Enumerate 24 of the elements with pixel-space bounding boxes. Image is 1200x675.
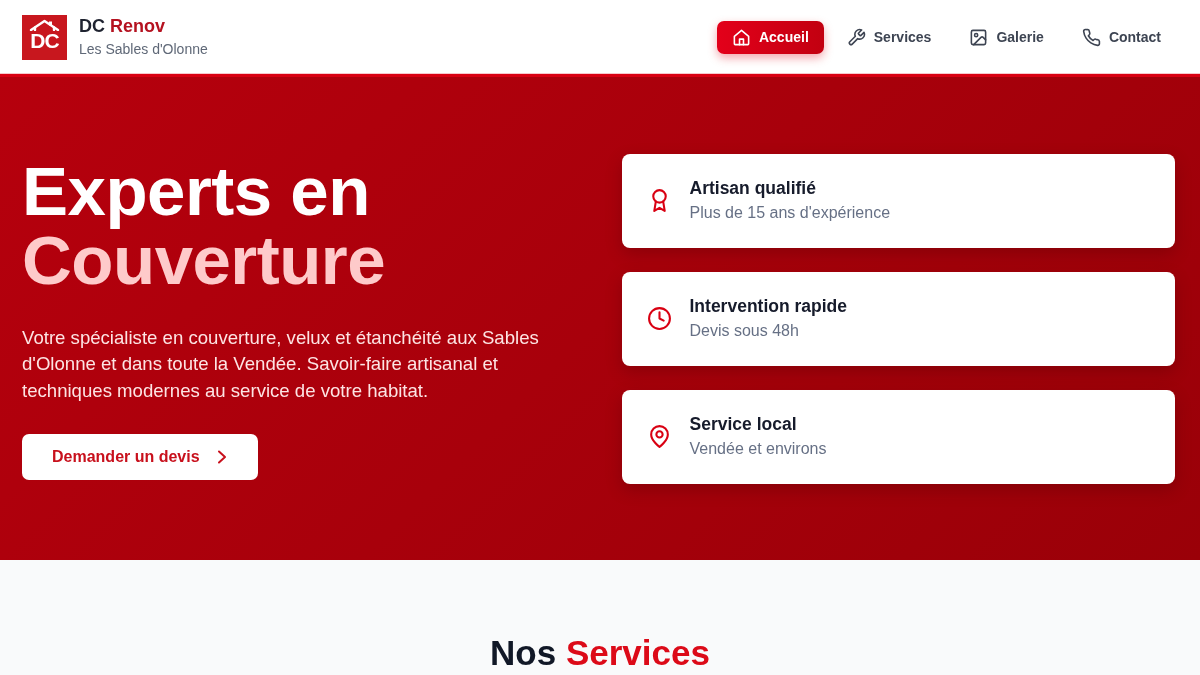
house-roof-icon (28, 18, 61, 31)
brand-name: DC Renov (79, 16, 167, 38)
feature-title: Artisan qualifié (689, 177, 817, 200)
nav-link[interactable]: Accueil (716, 20, 824, 54)
nav-link[interactable]: Contact (1066, 20, 1176, 54)
home-icon (731, 27, 751, 47)
logo-tile[interactable]: DC (22, 14, 67, 60)
feature-title: Intervention rapide (689, 295, 848, 318)
nav-link[interactable]: Galerie (954, 20, 1059, 54)
wrench-icon (846, 27, 866, 47)
hero-description: Votre spécialiste en couverture, velux et étanchéité aux Sables d'Olonne et dans toute la Vendée. Savoir-faire artisanal et techniques modernes au service de votre habitat. (22, 325, 540, 403)
feature-subtitle: Devis sous 48h (689, 320, 800, 341)
brand-tagline: Les Sables d'Olonne (79, 39, 208, 58)
phone-icon (1081, 27, 1101, 47)
logo-letters: DC (30, 29, 59, 51)
feature-subtitle: Plus de 15 ans d'expérience (689, 202, 891, 223)
section-heading: Nos Services (489, 634, 711, 673)
image-icon (969, 27, 989, 47)
hero-title: Experts en Couverture (22, 156, 387, 295)
quote-button[interactable]: Demander un devis (22, 434, 258, 481)
feature-title: Service local (689, 413, 798, 436)
clock-icon (646, 306, 672, 331)
nav-link[interactable]: Services (831, 20, 947, 54)
feature-subtitle: Vendée et environs (689, 438, 827, 459)
